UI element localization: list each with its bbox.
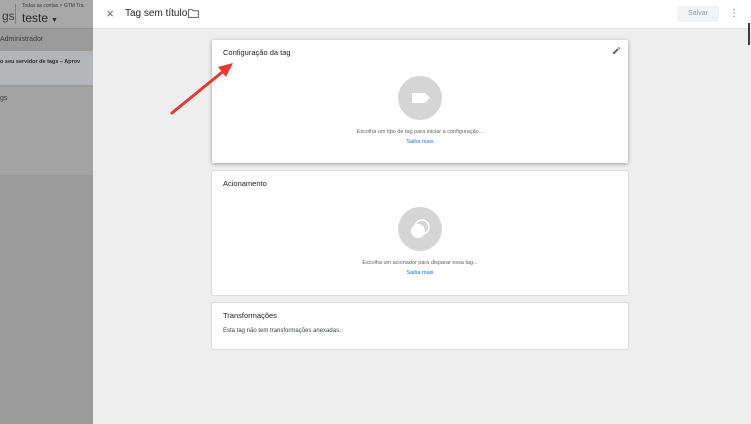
close-icon[interactable]: × [103,7,117,21]
more-vert-icon[interactable]: ⋮ [729,6,739,22]
card-title: Configuração da tag [223,48,291,57]
tag-hint: Escolha um tipo de tag para iniciar a co… [356,129,484,135]
background-admin-label: Administrador [0,36,44,43]
trigger-placeholder[interactable] [398,207,442,251]
account-name: teste [22,11,49,25]
tag-title[interactable]: Tag sem título [125,8,187,19]
background-banner [0,51,93,85]
folder-icon[interactable] [188,9,199,18]
background-breadcrumb: Todas as contas > GTM Tra [22,3,84,9]
background-banner-text: o seu servidor de tags – Aprov [0,59,81,65]
panel-header: × Tag sem título Salvar ⋮ [93,0,751,29]
background-sidebar-item: gs [0,95,8,102]
card-title: Acionamento [223,179,267,188]
tag-icon [412,93,430,103]
learn-more-link[interactable]: Saiba mais [212,270,628,276]
tag-type-placeholder[interactable] [398,76,442,120]
background-product-label: gs [2,9,15,23]
caret-down-icon: ▼ [51,17,58,24]
trigger-icon [411,219,430,238]
card-title: Transformações [223,311,277,320]
background-divider [15,4,16,24]
edit-icon[interactable] [612,46,621,55]
learn-more-link[interactable]: Saiba mais [212,139,628,145]
tag-editor-panel: × Tag sem título Salvar ⋮ Configuração d… [93,0,751,424]
transformations-card[interactable]: Transformações Esta tag não tem transfor… [212,303,628,349]
tag-configuration-card[interactable]: Configuração da tag Escolha um tipo de t… [212,40,628,163]
background-page: gs Todas as contas > GTM Tra teste ▼ Admi… [0,0,93,424]
scrollbar[interactable] [748,23,750,45]
background-sidebar [0,87,93,175]
trigger-hint: Escolha um acionador para disparar essa … [362,260,478,266]
background-account-selector: teste ▼ [22,11,58,25]
triggering-card[interactable]: Acionamento Escolha um acionador para di… [212,171,628,295]
transformations-text: Esta tag não tem transformações anexadas… [223,328,341,334]
save-button[interactable]: Salvar [677,6,719,22]
